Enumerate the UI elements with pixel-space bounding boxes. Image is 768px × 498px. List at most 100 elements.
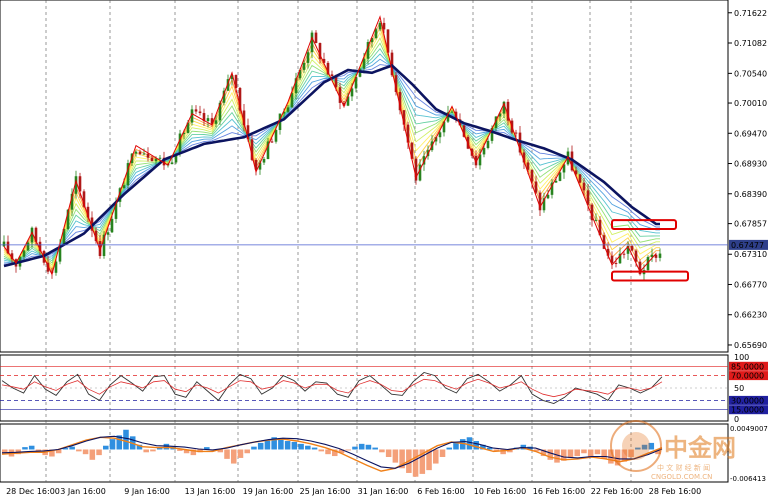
candle-body — [514, 132, 518, 134]
candle-body — [450, 111, 454, 113]
histogram-bar — [291, 441, 298, 450]
histogram-bar — [298, 443, 304, 450]
histogram-bar — [594, 449, 601, 455]
candle-body — [2, 241, 6, 247]
candle-body — [306, 52, 310, 63]
y-tick-label: 0.70010 — [734, 99, 767, 108]
oscillator-level-value: 70.0000 — [731, 372, 764, 381]
histogram-bar — [358, 443, 365, 450]
oscillator-level-tag: 15.0000 — [729, 405, 768, 415]
candle-body — [262, 158, 266, 163]
candle-body — [634, 250, 638, 262]
histogram-bar — [352, 446, 358, 450]
x-tick-label: 28 Feb 16:00 — [649, 487, 701, 496]
candle-body — [142, 153, 146, 155]
candle-body — [194, 109, 198, 112]
oscillator-y-tick-label: 50 — [734, 384, 744, 393]
histogram-bar — [69, 446, 75, 450]
histogram-y-tick-label: -0.006413 — [730, 475, 766, 483]
histogram-bar — [28, 445, 35, 450]
oscillator-level-tag: 30.0000 — [729, 395, 768, 405]
candle-body — [530, 169, 534, 182]
candle-body — [110, 218, 114, 233]
histogram-bar — [325, 449, 331, 455]
candle-body — [122, 185, 126, 189]
candle-body — [150, 157, 154, 162]
histogram-bar — [439, 449, 446, 457]
candle-body — [622, 253, 626, 255]
histogram-y-tick-label: 0.0049007 — [730, 425, 768, 433]
candle-body — [614, 262, 618, 264]
candle-body — [630, 245, 634, 251]
y-tick-label: 0.66230 — [734, 311, 767, 320]
x-tick-label: 25 Jan 16:00 — [300, 487, 351, 496]
candle-body — [22, 250, 26, 257]
histogram-bar — [365, 444, 372, 450]
candle-body — [482, 147, 486, 155]
oscillator-level-value: 85.0000 — [731, 362, 764, 371]
candle-body — [330, 74, 334, 77]
candle-body — [378, 22, 382, 30]
oscillator-level-value: 15.0000 — [731, 406, 764, 415]
candle-body — [438, 132, 442, 138]
histogram-bar — [96, 449, 102, 456]
oscillator-y-tick-label: 100 — [734, 353, 749, 362]
candle-body — [302, 62, 306, 70]
candle-body — [310, 32, 314, 53]
histogram-bar — [385, 449, 392, 457]
candle-body — [486, 140, 490, 148]
histogram-bar — [567, 449, 574, 458]
candle-body — [270, 141, 274, 143]
histogram-bar — [109, 439, 116, 450]
candle-body — [106, 232, 110, 235]
histogram-bar — [392, 449, 399, 463]
candle-body — [534, 181, 538, 193]
y-tick-label: 0.70540 — [734, 69, 767, 78]
histogram-bar — [601, 449, 607, 459]
x-tick-label: 16 Feb 16:00 — [533, 487, 585, 496]
candle-body — [26, 242, 30, 251]
trading-chart: 28 Dec 16:00 3 Jan 16:00 9 Jan 16:00 13 Jan… — [0, 0, 768, 498]
candle-body — [138, 151, 142, 155]
y-tick-label: 0.68930 — [734, 160, 767, 169]
histogram-bar — [150, 449, 156, 452]
x-tick-label: 9 Jan 16:00 — [124, 487, 170, 496]
candle-body — [154, 158, 158, 162]
y-tick-label: 0.67310 — [734, 250, 767, 259]
y-tick-label: 0.65690 — [734, 341, 767, 350]
current-price-value: 0.67477 — [731, 241, 764, 250]
histogram-bar — [587, 449, 594, 457]
watermark-logo-text: 中金网 — [664, 434, 736, 462]
x-tick-label: 3 Jan 16:00 — [60, 487, 106, 496]
candle-body — [554, 180, 558, 183]
x-tick-label: 19 Jan 16:00 — [243, 487, 294, 496]
oscillator-level-value: 30.0000 — [731, 396, 764, 405]
histogram-bar — [103, 445, 109, 450]
histogram-bar — [82, 449, 89, 455]
x-tick-label: 28 Dec 16:00 — [6, 487, 60, 496]
x-tick-label: 10 Feb 16:00 — [474, 487, 526, 496]
y-tick-label: 0.67857 — [734, 220, 767, 229]
oscillator-y-tick-label: 0 — [734, 415, 739, 424]
histogram-bar — [446, 447, 453, 450]
candle-body — [314, 32, 318, 44]
x-tick-label: 22 Feb 16:00 — [591, 487, 643, 496]
histogram-bar — [251, 446, 257, 450]
histogram-bar — [89, 449, 96, 460]
histogram-bar — [345, 449, 352, 451]
x-tick-label: 13 Jan 16:00 — [185, 487, 236, 496]
oscillator-level-tag: 70.0000 — [729, 371, 768, 381]
candle-body — [286, 107, 290, 112]
histogram-bar — [237, 449, 244, 458]
y-tick-label: 0.69470 — [734, 129, 767, 138]
current-price-tag: 0.67477 — [729, 239, 768, 250]
candle-body — [206, 118, 210, 122]
histogram-bar — [305, 445, 311, 450]
candle-body — [214, 120, 218, 124]
histogram-bar — [318, 449, 325, 452]
candle-body — [594, 219, 598, 221]
y-tick-label: 0.66770 — [734, 280, 767, 289]
watermark-tagline: 中 文 财 经 新 闻 — [657, 463, 710, 472]
histogram-bar — [466, 437, 473, 450]
histogram-bar — [473, 441, 479, 450]
